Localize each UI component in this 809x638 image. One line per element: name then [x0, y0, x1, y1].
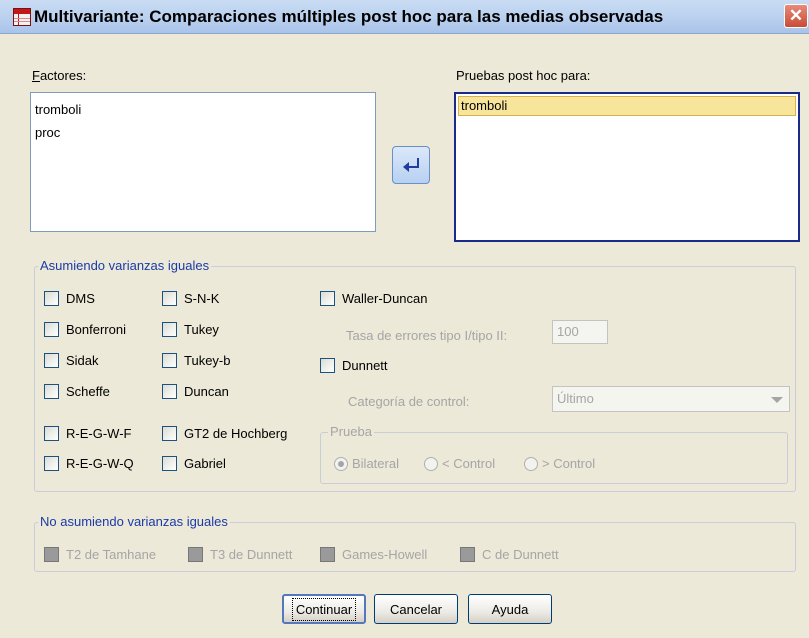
tukey-label: Tukey [184, 322, 219, 337]
checkbox-box[interactable] [44, 322, 59, 337]
close-button[interactable]: ✕ [784, 4, 808, 28]
bonferroni-checkbox[interactable]: Bonferroni [44, 322, 126, 337]
cancelar-button[interactable]: Cancelar [374, 594, 458, 624]
categoria-label: Categoría de control: [348, 394, 470, 409]
continuar-label: Continuar [291, 597, 357, 621]
dms-checkbox[interactable]: DMS [44, 291, 95, 306]
t2-tamhane-label: T2 de Tamhane [66, 547, 157, 562]
dunnett-label: Dunnett [342, 358, 388, 373]
checkbox-box[interactable] [162, 456, 177, 471]
factores-list[interactable]: tromboli proc [30, 92, 376, 232]
tukey-b-label: Tukey-b [184, 353, 231, 368]
duncan-label: Duncan [184, 384, 229, 399]
sidak-checkbox[interactable]: Sidak [44, 353, 99, 368]
sidak-label: Sidak [66, 353, 99, 368]
prueba-legend: Prueba [328, 424, 374, 439]
gabriel-checkbox[interactable]: Gabriel [162, 456, 226, 471]
continuar-button[interactable]: Continuar [282, 594, 366, 624]
t3-dunnett-label: T3 de Dunnett [210, 547, 293, 562]
equal-variances-legend: Asumiendo varianzas iguales [38, 258, 212, 273]
pruebas-label: Pruebas post hoc para: [456, 68, 591, 83]
games-howell-checkbox[interactable]: Games-Howell [320, 547, 427, 562]
checkbox-box[interactable] [188, 547, 203, 562]
factores-label-mnemonic: F [32, 68, 40, 83]
c-dunnett-label: C de Dunnett [482, 547, 559, 562]
radio-dot[interactable] [424, 456, 438, 471]
close-icon: ✕ [788, 6, 804, 25]
ayuda-button[interactable]: Ayuda [468, 594, 552, 624]
lt-control-radio[interactable]: < Control [424, 456, 495, 471]
categoria-value: Último [557, 391, 594, 406]
lt-control-label: < Control [442, 456, 496, 471]
regwf-checkbox[interactable]: R-E-G-W-F [44, 426, 131, 441]
tasa-input[interactable]: 100 [552, 320, 608, 344]
selected-list-item[interactable]: tromboli [458, 96, 796, 116]
c-dunnett-checkbox[interactable]: C de Dunnett [460, 547, 559, 562]
unequal-variances-legend: No asumiendo varianzas iguales [38, 514, 230, 529]
checkbox-box[interactable] [460, 547, 475, 562]
factor-item[interactable]: proc [35, 125, 60, 140]
checkbox-box[interactable] [162, 322, 177, 337]
checkbox-box[interactable] [320, 547, 335, 562]
ayuda-label: Ayuda [491, 601, 529, 617]
gt2-hochberg-label: GT2 de Hochberg [184, 426, 288, 441]
checkbox-box[interactable] [162, 353, 177, 368]
cancelar-label: Cancelar [389, 601, 443, 617]
tasa-label: Tasa de errores tipo I/tipo II: [346, 328, 508, 343]
checkbox-box[interactable] [44, 353, 59, 368]
radio-dot[interactable] [334, 456, 348, 471]
checkbox-box[interactable] [320, 358, 335, 373]
scheffe-checkbox[interactable]: Scheffe [44, 384, 110, 399]
checkbox-box[interactable] [44, 426, 59, 441]
checkbox-box[interactable] [44, 291, 59, 306]
regwq-label: R-E-G-W-Q [66, 456, 134, 471]
tukey-checkbox[interactable]: Tukey [162, 322, 219, 337]
title-bar[interactable]: Multivariante: Comparaciones múltiples p… [0, 0, 809, 34]
gt2-hochberg-checkbox[interactable]: GT2 de Hochberg [162, 426, 287, 441]
dunnett-checkbox[interactable]: Dunnett [320, 358, 388, 373]
arrow-move-icon [403, 158, 419, 172]
gt-control-radio[interactable]: > Control [524, 456, 595, 471]
checkbox-box[interactable] [320, 291, 335, 306]
scheffe-label: Scheffe [66, 384, 110, 399]
pruebas-list[interactable]: tromboli [454, 92, 800, 242]
dms-label: DMS [66, 291, 95, 306]
factores-label: Factores: [32, 68, 86, 83]
duncan-checkbox[interactable]: Duncan [162, 384, 229, 399]
bilateral-radio[interactable]: Bilateral [334, 456, 399, 471]
gabriel-label: Gabriel [184, 456, 226, 471]
checkbox-box[interactable] [44, 547, 59, 562]
waller-duncan-label: Waller-Duncan [342, 291, 428, 306]
checkbox-box[interactable] [162, 426, 177, 441]
checkbox-box[interactable] [162, 291, 177, 306]
snk-label: S-N-K [184, 291, 220, 306]
checkbox-box[interactable] [162, 384, 177, 399]
bilateral-label: Bilateral [352, 456, 399, 471]
spss-grid-icon [13, 8, 31, 26]
bonferroni-label: Bonferroni [66, 322, 126, 337]
t3-dunnett-checkbox[interactable]: T3 de Dunnett [188, 547, 292, 562]
waller-duncan-checkbox[interactable]: Waller-Duncan [320, 291, 428, 306]
gt-control-label: > Control [542, 456, 596, 471]
tukey-b-checkbox[interactable]: Tukey-b [162, 353, 230, 368]
regwf-label: R-E-G-W-F [66, 426, 132, 441]
regwq-checkbox[interactable]: R-E-G-W-Q [44, 456, 134, 471]
checkbox-box[interactable] [44, 456, 59, 471]
categoria-select[interactable]: Último [552, 386, 790, 412]
window-title: Multivariante: Comparaciones múltiples p… [34, 7, 664, 26]
snk-checkbox[interactable]: S-N-K [162, 291, 219, 306]
move-variable-button[interactable] [392, 146, 430, 184]
checkbox-box[interactable] [44, 384, 59, 399]
t2-tamhane-checkbox[interactable]: T2 de Tamhane [44, 547, 156, 562]
chevron-down-icon [771, 397, 783, 403]
factores-label-text: actores: [39, 68, 87, 83]
radio-dot[interactable] [524, 456, 538, 471]
factor-item[interactable]: tromboli [35, 102, 81, 117]
games-howell-label: Games-Howell [342, 547, 428, 562]
